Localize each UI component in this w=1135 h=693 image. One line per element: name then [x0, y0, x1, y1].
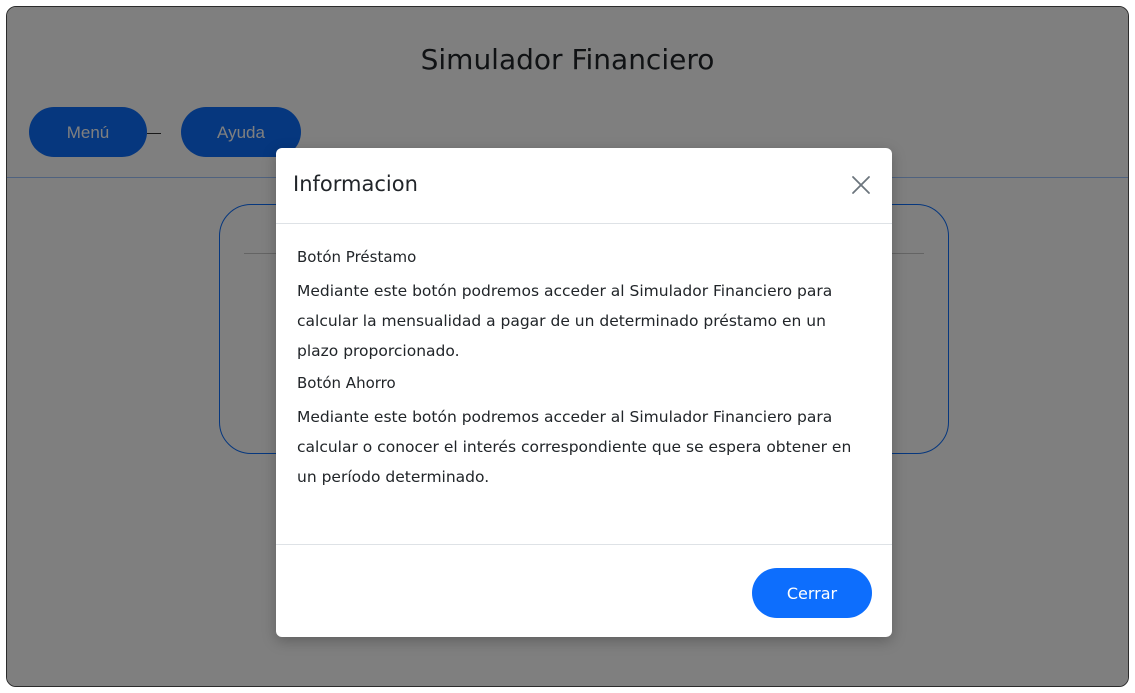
section-text-prestamo: Mediante este botón podremos acceder al … [297, 282, 833, 360]
close-button[interactable]: Cerrar [752, 568, 872, 618]
section-title-ahorro: Botón Ahorro [297, 374, 396, 392]
section-title-prestamo: Botón Préstamo [297, 248, 417, 266]
info-modal: Informacion Botón Préstamo Mediante este… [276, 148, 892, 637]
close-icon[interactable] [850, 174, 872, 196]
modal-title: Informacion [293, 172, 418, 196]
modal-footer: Cerrar [276, 544, 892, 637]
section-text-ahorro: Mediante este botón podremos acceder al … [297, 408, 852, 486]
modal-body: Botón Préstamo Mediante este botón podre… [297, 246, 872, 492]
modal-header: Informacion [276, 148, 892, 224]
